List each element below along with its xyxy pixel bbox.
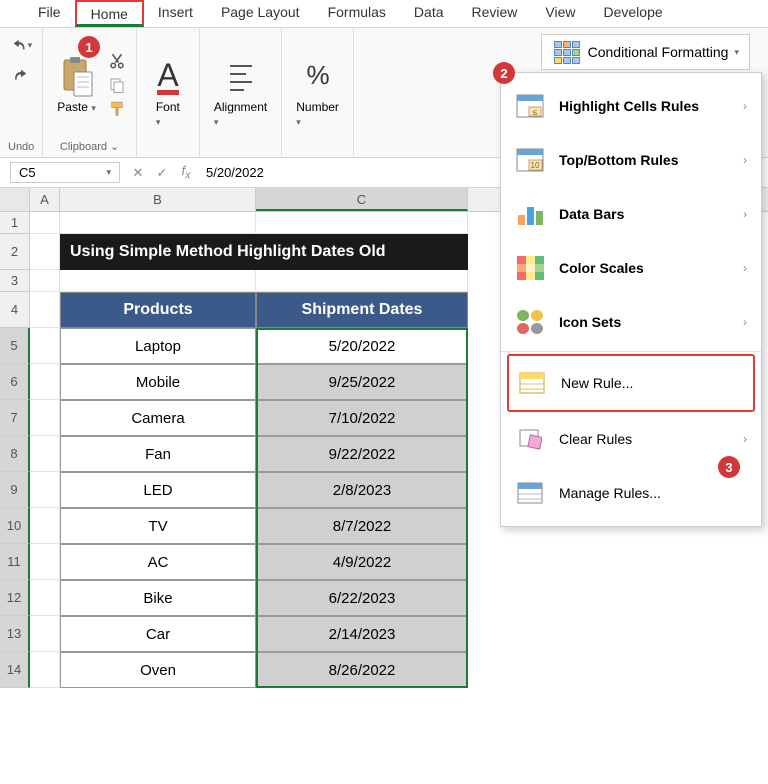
row-header-14[interactable]: 14 <box>0 652 30 688</box>
menu-icon-sets[interactable]: Icon Sets› <box>501 295 761 349</box>
row-header-2[interactable]: 2 <box>0 234 30 270</box>
table-row[interactable]: 2/8/2023 <box>256 472 468 508</box>
table-row[interactable]: 5/20/2022 <box>256 328 468 364</box>
table-row[interactable]: Bike <box>60 580 256 616</box>
copy-button[interactable] <box>106 74 128 96</box>
conditional-formatting-icon <box>552 39 582 65</box>
cancel-formula-button[interactable]: ✕ <box>126 165 150 181</box>
table-row[interactable]: AC <box>60 544 256 580</box>
group-clipboard-label: Clipboard ⌄ <box>60 140 119 153</box>
confirm-formula-button[interactable]: ✓ <box>150 165 174 181</box>
table-row[interactable]: Laptop <box>60 328 256 364</box>
col-header-B[interactable]: B <box>60 188 256 211</box>
row-header-8[interactable]: 8 <box>0 436 30 472</box>
alignment-button[interactable]: Alignment▾ <box>208 54 273 130</box>
table-row[interactable]: 8/26/2022 <box>256 652 468 688</box>
group-font: A Font▾ <box>137 28 200 157</box>
table-row[interactable]: 4/9/2022 <box>256 544 468 580</box>
svg-text:A: A <box>157 57 179 93</box>
table-row[interactable]: 8/7/2022 <box>256 508 468 544</box>
fx-button[interactable]: fx <box>174 163 198 182</box>
header-products[interactable]: Products <box>60 292 256 328</box>
group-undo: ▾ Undo <box>0 28 43 157</box>
data-bars-icon <box>515 201 545 227</box>
row-header-12[interactable]: 12 <box>0 580 30 616</box>
row-header-9[interactable]: 9 <box>0 472 30 508</box>
tab-developer[interactable]: Develope <box>590 0 677 27</box>
menu-data-bars[interactable]: Data Bars› <box>501 187 761 241</box>
table-row[interactable]: 2/14/2023 <box>256 616 468 652</box>
col-header-C[interactable]: C <box>256 188 468 211</box>
redo-button[interactable] <box>10 64 32 86</box>
tab-insert[interactable]: Insert <box>144 0 207 27</box>
col-header-A[interactable]: A <box>30 188 60 211</box>
format-painter-button[interactable] <box>106 98 128 120</box>
row-header-13[interactable]: 13 <box>0 616 30 652</box>
color-scales-icon <box>515 255 545 281</box>
row-header-6[interactable]: 6 <box>0 364 30 400</box>
table-row[interactable]: 9/22/2022 <box>256 436 468 472</box>
font-button[interactable]: A Font▾ <box>145 54 191 130</box>
tab-home[interactable]: Home <box>75 0 144 27</box>
clear-rules-icon <box>515 426 545 452</box>
table-row[interactable]: Oven <box>60 652 256 688</box>
conditional-formatting-button[interactable]: Conditional Formatting ▾ <box>541 34 750 70</box>
menu-highlight-cells-rules[interactable]: ≤ Highlight Cells Rules› <box>501 79 761 133</box>
table-row[interactable]: LED <box>60 472 256 508</box>
undo-button[interactable]: ▾ <box>10 34 32 56</box>
svg-text:≤: ≤ <box>533 107 538 117</box>
callout-1: 1 <box>78 36 100 58</box>
tab-view[interactable]: View <box>531 0 589 27</box>
callout-2: 2 <box>493 62 515 84</box>
group-undo-label: Undo <box>8 141 34 153</box>
chevron-down-icon: ▾ <box>734 47 739 58</box>
top-bottom-icon: 10 <box>515 147 545 173</box>
menu-new-rule[interactable]: New Rule... <box>507 354 755 412</box>
row-header-4[interactable]: 4 <box>0 292 30 328</box>
table-row[interactable]: 7/10/2022 <box>256 400 468 436</box>
table-row[interactable]: Camera <box>60 400 256 436</box>
callout-3: 3 <box>718 456 740 478</box>
name-box[interactable]: C5▾ <box>10 162 120 183</box>
menu-top-bottom-rules[interactable]: 10 Top/Bottom Rules› <box>501 133 761 187</box>
group-number: % Number▾ <box>282 28 354 157</box>
row-header-11[interactable]: 11 <box>0 544 30 580</box>
tab-file[interactable]: File <box>24 0 75 27</box>
select-all-corner[interactable] <box>0 188 30 211</box>
svg-text:%: % <box>306 60 329 90</box>
tab-formulas[interactable]: Formulas <box>314 0 400 27</box>
table-row[interactable]: Mobile <box>60 364 256 400</box>
svg-text:10: 10 <box>531 161 540 170</box>
row-header-10[interactable]: 10 <box>0 508 30 544</box>
row-header-5[interactable]: 5 <box>0 328 30 364</box>
manage-rules-icon <box>515 480 545 506</box>
tab-page-layout[interactable]: Page Layout <box>207 0 314 27</box>
new-rule-icon <box>517 370 547 396</box>
paste-button[interactable]: Paste ▾ <box>51 54 102 116</box>
table-row[interactable]: Car <box>60 616 256 652</box>
tab-review[interactable]: Review <box>458 0 532 27</box>
ribbon-tabs: File Home Insert Page Layout Formulas Da… <box>0 0 768 28</box>
row-header-7[interactable]: 7 <box>0 400 30 436</box>
title-cell[interactable]: Using Simple Method Highlight Dates Old <box>60 234 468 270</box>
cut-button[interactable] <box>106 50 128 72</box>
menu-color-scales[interactable]: Color Scales› <box>501 241 761 295</box>
group-alignment: Alignment▾ <box>200 28 282 157</box>
icon-sets-icon <box>515 309 545 335</box>
header-dates[interactable]: Shipment Dates <box>256 292 468 328</box>
row-header-3[interactable]: 3 <box>0 270 30 292</box>
tab-data[interactable]: Data <box>400 0 458 27</box>
table-row[interactable]: TV <box>60 508 256 544</box>
number-button[interactable]: % Number▾ <box>290 54 345 130</box>
table-row[interactable]: 9/25/2022 <box>256 364 468 400</box>
highlight-cells-icon: ≤ <box>515 93 545 119</box>
row-header-1[interactable]: 1 <box>0 212 30 234</box>
table-row[interactable]: Fan <box>60 436 256 472</box>
table-row[interactable]: 6/22/2023 <box>256 580 468 616</box>
